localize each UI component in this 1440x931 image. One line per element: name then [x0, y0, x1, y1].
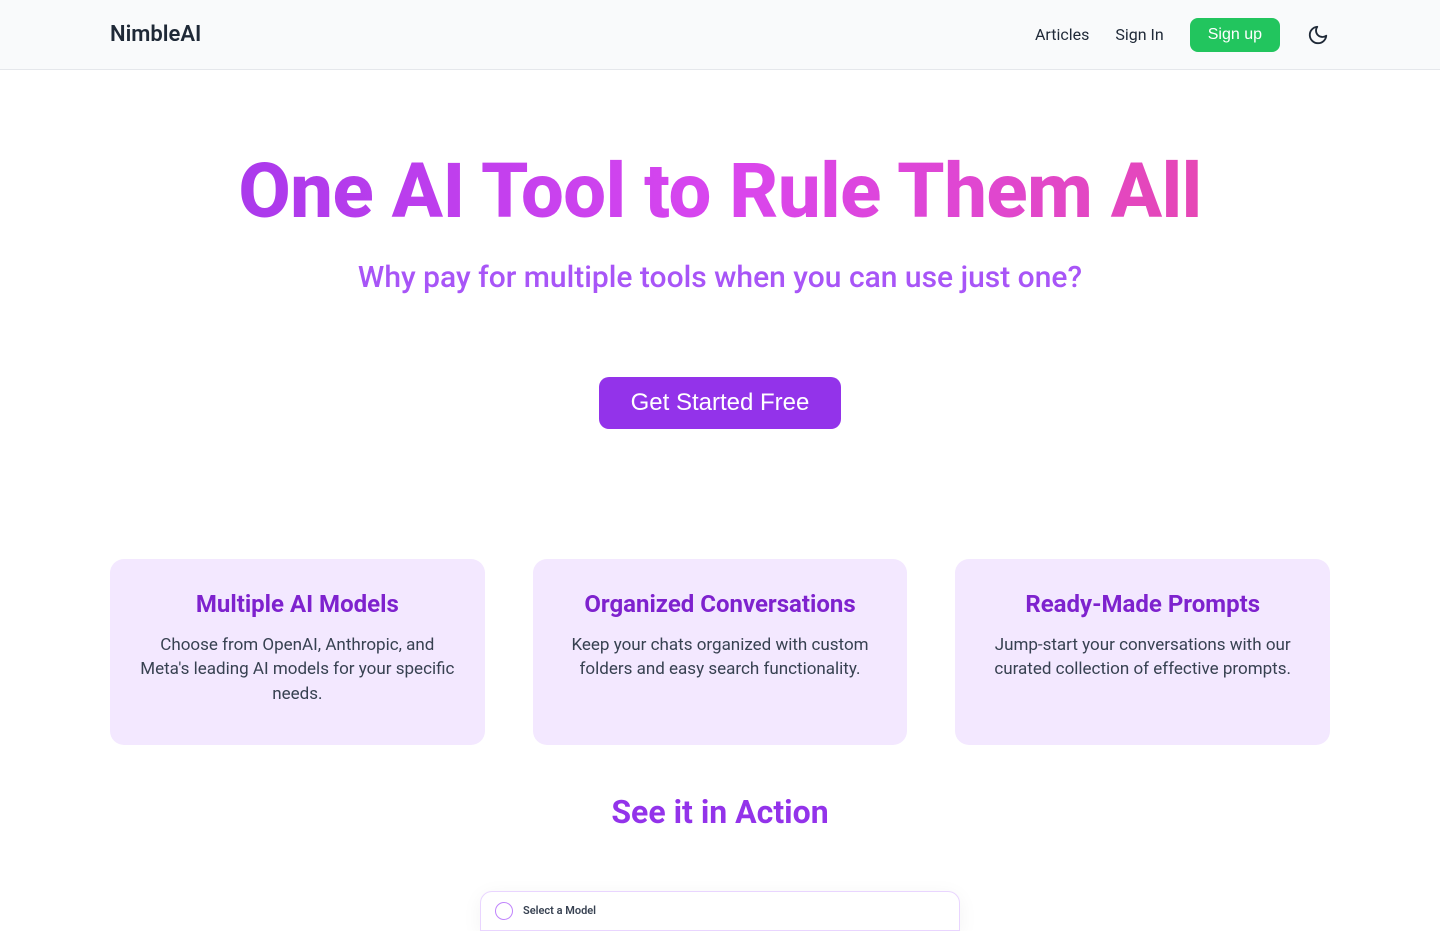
- feature-title: Ready-Made Prompts: [983, 589, 1302, 619]
- feature-card-models: Multiple AI Models Choose from OpenAI, A…: [110, 559, 485, 745]
- site-header: NimbleAI Articles Sign In Sign up: [0, 0, 1440, 70]
- demo-preview: Select a Model: [480, 891, 960, 931]
- hero-section: One AI Tool to Rule Them All Why pay for…: [0, 70, 1440, 429]
- signup-button[interactable]: Sign up: [1190, 18, 1280, 52]
- feature-title: Multiple AI Models: [138, 589, 457, 619]
- feature-card-conversations: Organized Conversations Keep your chats …: [533, 559, 908, 745]
- feature-card-prompts: Ready-Made Prompts Jump-start your conve…: [955, 559, 1330, 745]
- feature-desc: Choose from OpenAI, Anthropic, and Meta'…: [138, 633, 457, 707]
- feature-title: Organized Conversations: [561, 589, 880, 619]
- get-started-button[interactable]: Get Started Free: [599, 377, 842, 429]
- primary-nav: Articles Sign In Sign up: [1035, 18, 1330, 52]
- preview-label: Select a Model: [523, 904, 596, 917]
- feature-desc: Jump-start your conversations with our c…: [983, 633, 1302, 682]
- nav-signin[interactable]: Sign In: [1115, 25, 1163, 44]
- model-icon: [495, 902, 513, 920]
- theme-toggle[interactable]: [1306, 23, 1330, 47]
- hero-title: One AI Tool to Rule Them All: [0, 152, 1440, 232]
- see-it-heading: See it in Action: [0, 793, 1440, 831]
- logo[interactable]: NimbleAI: [110, 22, 201, 47]
- hero-subtitle: Why pay for multiple tools when you can …: [0, 260, 1440, 295]
- moon-icon: [1307, 24, 1329, 46]
- feature-desc: Keep your chats organized with custom fo…: [561, 633, 880, 682]
- nav-articles[interactable]: Articles: [1035, 25, 1089, 44]
- features-section: Multiple AI Models Choose from OpenAI, A…: [0, 559, 1440, 745]
